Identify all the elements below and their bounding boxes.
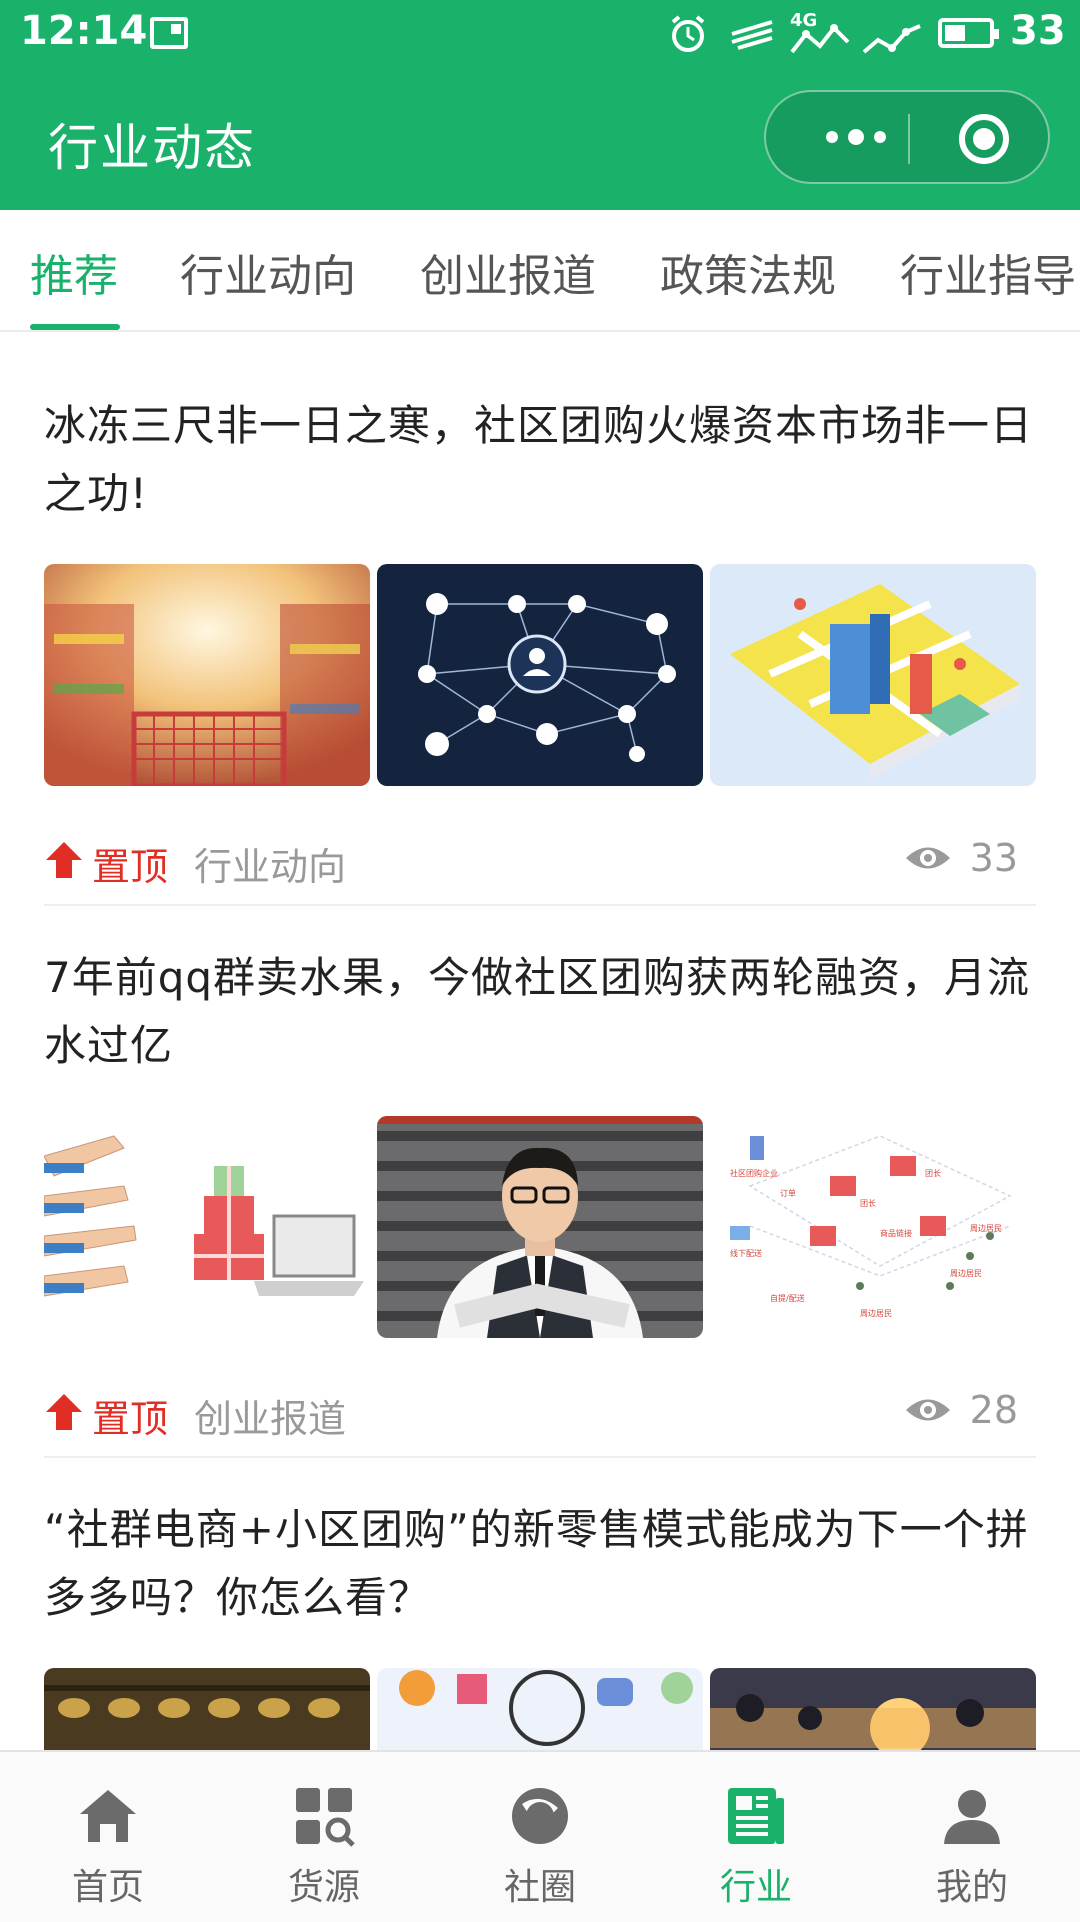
network-nodes-image bbox=[377, 564, 703, 786]
hotspot-icon bbox=[731, 20, 773, 50]
view-count: 33 bbox=[904, 836, 1018, 880]
grid-search-icon bbox=[296, 1788, 355, 1847]
view-count-value: 33 bbox=[969, 836, 1018, 880]
colorful-icons-image bbox=[377, 1668, 703, 1750]
active-tab-indicator bbox=[30, 324, 120, 330]
tab-policy[interactable]: 政策法规 bbox=[660, 240, 836, 304]
sunset-crowd-image bbox=[710, 1668, 1036, 1750]
view-count-value: 28 bbox=[969, 1388, 1018, 1432]
eye-icon bbox=[905, 847, 950, 869]
article-feed[interactable]: 冰冻三尺非一日之寒，社区团购火爆资本市场非一日之功! 置顶 行业动向 33 7年… bbox=[0, 332, 1080, 1750]
nav-industry[interactable]: 行业 bbox=[648, 1752, 864, 1922]
diagram-label: 团长 bbox=[925, 1168, 941, 1178]
nav-circle[interactable]: 社圈 bbox=[432, 1752, 648, 1922]
pin-top-icon bbox=[46, 842, 82, 878]
nav-supply[interactable]: 货源 bbox=[216, 1752, 432, 1922]
battery-level: 33 bbox=[1010, 8, 1066, 54]
nav-home-label: 首页 bbox=[71, 1867, 144, 1908]
article-thumbnails[interactable] bbox=[44, 564, 1036, 786]
article-thumbnails[interactable]: 社区团购企业 订单 团长 线下配送 商品链接 周边居民 团长 周边居民 自提/配… bbox=[44, 1116, 1036, 1338]
isometric-map-image bbox=[710, 564, 1036, 786]
diagram-label: 社区团购企业 bbox=[730, 1168, 778, 1178]
category-tabs: 推荐 行业动向 创业报道 政策法规 行业指导 bbox=[0, 210, 1080, 332]
page-title: 行业动态 bbox=[48, 119, 256, 177]
divider bbox=[44, 904, 1036, 906]
tab-recommend[interactable]: 推荐 bbox=[30, 240, 118, 304]
community-flow-diagram-image: 社区团购企业 订单 团长 线下配送 商品链接 周边居民 团长 周边居民 自提/配… bbox=[710, 1116, 1036, 1338]
article-title[interactable]: 7年前qq群卖水果，今做社区团购获两轮融资，月流水过亿 bbox=[44, 944, 1036, 1080]
bottom-navigation: 首页 货源 社圈 行业 我的 bbox=[0, 1750, 1080, 1922]
capsule-divider bbox=[908, 114, 910, 164]
battery-icon bbox=[938, 18, 999, 48]
signal-icon-1 bbox=[790, 24, 850, 54]
document-icon bbox=[728, 1788, 784, 1844]
nav-profile[interactable]: 我的 bbox=[864, 1752, 1080, 1922]
user-icon bbox=[944, 1790, 1000, 1844]
diagram-label: 周边居民 bbox=[860, 1308, 892, 1318]
category-label[interactable]: 行业动向 bbox=[194, 836, 346, 891]
circle-play-icon bbox=[512, 1788, 568, 1844]
category-label[interactable]: 创业报道 bbox=[194, 1388, 346, 1443]
article-title[interactable]: “社群电商+小区团购”的新零售模式能成为下一个拼多多吗？你怎么看？ bbox=[44, 1496, 1036, 1632]
pinned-label: 置顶 bbox=[92, 1397, 169, 1441]
nav-profile-label: 我的 bbox=[935, 1867, 1008, 1908]
tab-industry-guide[interactable]: 行业指导 bbox=[900, 240, 1076, 304]
view-count: 28 bbox=[904, 1388, 1018, 1432]
article-meta: 置顶 创业报道 28 bbox=[44, 1386, 1036, 1446]
home-icon bbox=[80, 1790, 136, 1842]
nav-industry-label: 行业 bbox=[719, 1867, 792, 1908]
pin-top-icon bbox=[46, 1394, 82, 1430]
supermarket-cart-image bbox=[44, 564, 370, 786]
article-meta: 置顶 行业动向 33 bbox=[44, 834, 1036, 894]
top-bar: 12:14 4G 33 行业动态 bbox=[0, 0, 1080, 210]
mini-program-capsule bbox=[764, 90, 1050, 184]
article-card[interactable]: 7年前qq群卖水果，今做社区团购获两轮融资，月流水过亿 bbox=[44, 944, 1036, 1080]
article-card[interactable]: “社群电商+小区团购”的新零售模式能成为下一个拼多多吗？你怎么看？ bbox=[44, 1496, 1036, 1632]
diagram-label: 周边居民 bbox=[970, 1223, 1002, 1233]
alarm-icon bbox=[671, 15, 705, 52]
article-title[interactable]: 冰冻三尺非一日之寒，社区团购火爆资本市场非一日之功! bbox=[44, 392, 1036, 528]
man-portrait-image bbox=[377, 1116, 703, 1338]
nav-supply-label: 货源 bbox=[287, 1867, 360, 1908]
diagram-label: 订单 bbox=[780, 1188, 796, 1198]
diagram-label: 周边居民 bbox=[950, 1268, 982, 1278]
nav-circle-label: 社圈 bbox=[503, 1867, 576, 1908]
nav-home[interactable]: 首页 bbox=[0, 1752, 216, 1922]
diagram-label: 团长 bbox=[860, 1198, 876, 1208]
article-thumbnails[interactable] bbox=[44, 1668, 1036, 1750]
hands-gift-laptop-image bbox=[44, 1116, 370, 1338]
more-options-icon[interactable] bbox=[806, 114, 906, 160]
status-bar: 12:14 4G 33 bbox=[0, 0, 1080, 70]
status-time: 12:14 bbox=[20, 8, 148, 54]
pinned-label: 置顶 bbox=[92, 845, 169, 889]
signal-icon-2 bbox=[862, 24, 921, 54]
diagram-label: 商品链接 bbox=[880, 1228, 912, 1238]
article-card[interactable]: 冰冻三尺非一日之寒，社区团购火爆资本市场非一日之功! bbox=[44, 392, 1036, 528]
diagram-label: 线下配送 bbox=[730, 1248, 762, 1258]
divider bbox=[44, 1456, 1036, 1458]
diagram-label: 自提/配送 bbox=[770, 1293, 805, 1303]
tab-startup-report[interactable]: 创业报道 bbox=[420, 240, 596, 304]
eye-icon bbox=[905, 1399, 950, 1421]
abacus-image bbox=[44, 1668, 370, 1750]
tab-industry-trend[interactable]: 行业动向 bbox=[180, 240, 356, 304]
close-target-icon[interactable] bbox=[959, 114, 1009, 164]
gallery-notification-icon bbox=[150, 17, 188, 49]
